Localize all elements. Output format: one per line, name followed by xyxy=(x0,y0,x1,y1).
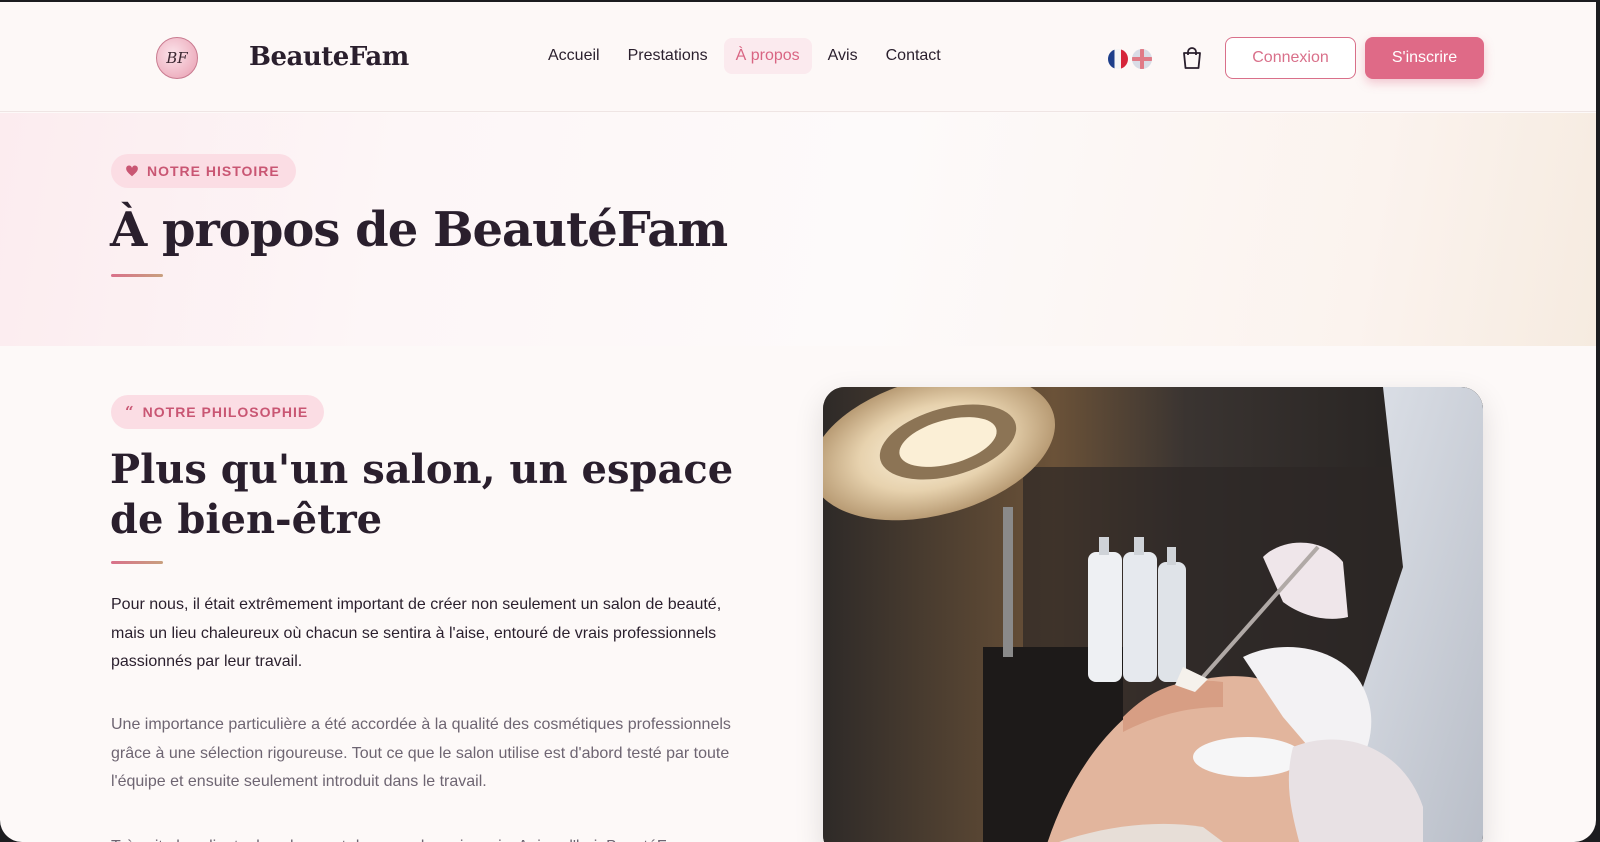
nav-contact[interactable]: Contact xyxy=(874,38,953,74)
nav-prestations[interactable]: Prestations xyxy=(616,38,720,74)
login-button[interactable]: Connexion xyxy=(1225,37,1356,79)
flag-fr-icon[interactable] xyxy=(1108,49,1128,69)
flag-uk-icon[interactable] xyxy=(1132,49,1152,69)
signup-button[interactable]: S'inscrire xyxy=(1365,37,1484,79)
site-header: BF BeauteFam Accueil Prestations À propo… xyxy=(0,2,1596,112)
paragraph-3: Très vite les clients du salon sont deve… xyxy=(111,833,751,842)
facial-treatment-image xyxy=(823,387,1483,842)
quote-icon: “ xyxy=(125,403,135,421)
logo-monogram: BF xyxy=(166,49,188,67)
salon-photo xyxy=(823,387,1483,842)
section-title: Plus qu'un salon, un espace de bien-être xyxy=(110,446,734,543)
cart-icon[interactable] xyxy=(1181,46,1203,70)
title-underline xyxy=(111,274,163,277)
paragraph-2: Une importance particulière a été accord… xyxy=(111,716,731,790)
heart-icon xyxy=(126,165,138,177)
logo-icon[interactable]: BF xyxy=(156,37,198,79)
story-badge-label: NOTRE HISTOIRE xyxy=(147,163,280,179)
paragraph-1: Pour nous, il était extrêmement importan… xyxy=(111,596,722,670)
story-badge: NOTRE HISTOIRE xyxy=(111,154,296,188)
brand-name[interactable]: BeauteFam xyxy=(249,42,409,72)
philosophy-badge: “ NOTRE PHILOSOPHIE xyxy=(111,395,325,429)
page-title: À propos de BeautéFam xyxy=(110,202,728,258)
nav-avis[interactable]: Avis xyxy=(816,38,870,74)
philosophy-badge-label: NOTRE PHILOSOPHIE xyxy=(142,404,309,420)
section-underline xyxy=(111,561,163,564)
language-switcher xyxy=(1108,49,1152,69)
nav-accueil[interactable]: Accueil xyxy=(536,38,612,74)
nav-a-propos[interactable]: À propos xyxy=(723,38,812,74)
main-nav: Accueil Prestations À propos Avis Contac… xyxy=(536,38,953,74)
browser-window: BF BeauteFam Accueil Prestations À propo… xyxy=(0,2,1596,842)
